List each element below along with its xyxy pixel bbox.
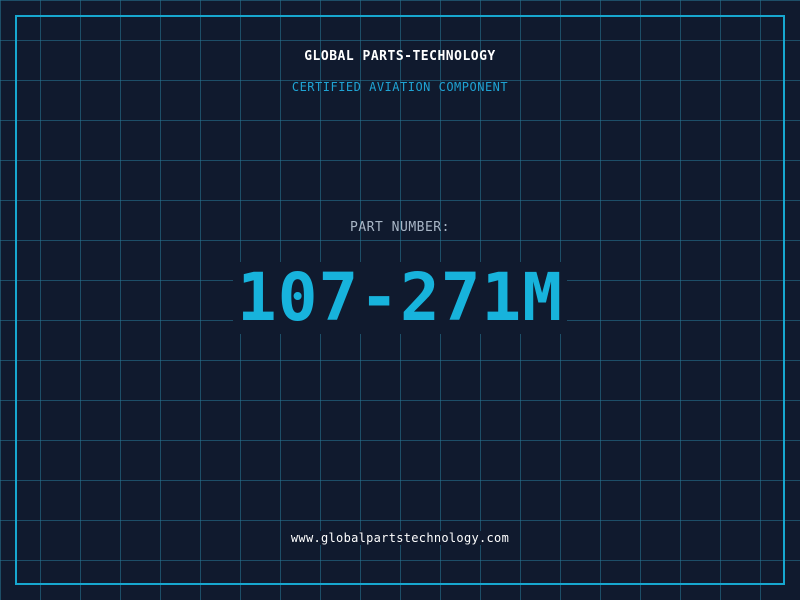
- company-name: GLOBAL PARTS-TECHNOLOGY: [304, 49, 496, 64]
- part-number-label: PART NUMBER:: [350, 220, 450, 235]
- part-number-container: 107-271M: [0, 262, 800, 334]
- website-url-container: www.globalpartstechnology.com: [0, 531, 800, 545]
- certificate-page: GLOBAL PARTS-TECHNOLOGY CERTIFIED AVIATI…: [0, 0, 800, 600]
- website-url: www.globalpartstechnology.com: [287, 531, 513, 545]
- part-number-value: 107-271M: [233, 262, 567, 334]
- certification-subtitle: CERTIFIED AVIATION COMPONENT: [291, 80, 509, 94]
